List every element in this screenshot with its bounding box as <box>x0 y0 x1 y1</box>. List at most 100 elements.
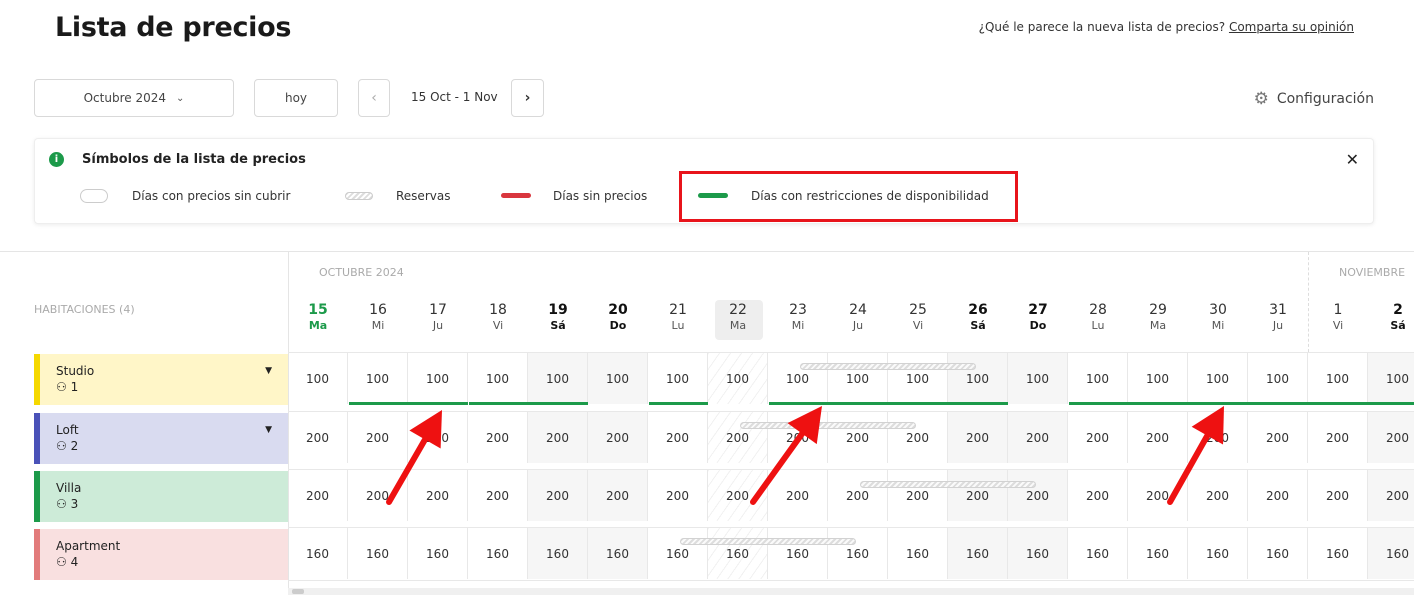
price-cell[interactable]: 200 <box>288 412 348 463</box>
price-cell[interactable]: 200 <box>1248 470 1308 521</box>
price-cell[interactable]: 100 <box>828 353 888 404</box>
price-cell[interactable]: 200 <box>1308 470 1368 521</box>
price-cell[interactable]: 200 <box>468 470 528 521</box>
price-cell[interactable]: 160 <box>1248 528 1308 579</box>
price-cell[interactable]: 200 <box>768 470 828 521</box>
room-row-label[interactable]: Villa ⚇ 3 <box>34 471 288 522</box>
price-cell[interactable]: 160 <box>588 528 648 579</box>
price-cell[interactable]: 200 <box>708 412 768 463</box>
price-cell[interactable]: 160 <box>468 528 528 579</box>
room-row-label[interactable]: Apartment ⚇ 4 <box>34 529 288 580</box>
price-cell[interactable]: 200 <box>768 412 828 463</box>
horizontal-scrollbar[interactable] <box>288 588 1414 595</box>
price-cell[interactable]: 200 <box>948 412 1008 463</box>
day-header: 26 Sá <box>948 302 1008 333</box>
price-cell[interactable]: 200 <box>828 412 888 463</box>
price-cell[interactable]: 100 <box>708 353 768 404</box>
price-cell[interactable]: 160 <box>1308 528 1368 579</box>
price-cell[interactable]: 100 <box>1248 353 1308 404</box>
price-cell[interactable]: 100 <box>528 353 588 404</box>
price-cell[interactable]: 100 <box>408 353 468 404</box>
price-cell[interactable]: 160 <box>708 528 768 579</box>
scrollbar-thumb[interactable] <box>292 589 304 594</box>
price-cell[interactable]: 100 <box>1128 353 1188 404</box>
price-cell[interactable]: 200 <box>1188 470 1248 521</box>
next-period-button[interactable]: › <box>511 79 544 117</box>
feedback-link[interactable]: Comparta su opinión <box>1229 20 1354 34</box>
price-cell[interactable]: 100 <box>648 353 708 404</box>
price-cell[interactable]: 200 <box>1068 470 1128 521</box>
price-cell[interactable]: 200 <box>948 470 1008 521</box>
price-cell[interactable]: 160 <box>1008 528 1068 579</box>
price-cell[interactable]: 200 <box>1128 412 1188 463</box>
price-cell[interactable]: 160 <box>348 528 408 579</box>
price-cell[interactable]: 200 <box>1248 412 1308 463</box>
price-cell[interactable]: 160 <box>1188 528 1248 579</box>
price-cell[interactable]: 200 <box>348 470 408 521</box>
price-cell[interactable]: 200 <box>1368 470 1414 521</box>
price-cell[interactable]: 160 <box>1128 528 1188 579</box>
price-cell[interactable]: 100 <box>1188 353 1248 404</box>
month-select[interactable]: Octubre 2024 ⌄ <box>34 79 234 117</box>
price-cell[interactable]: 100 <box>288 353 348 404</box>
price-cell[interactable]: 200 <box>1008 470 1068 521</box>
price-cell[interactable]: 160 <box>1068 528 1128 579</box>
price-cell[interactable]: 200 <box>708 470 768 521</box>
price-cell[interactable]: 200 <box>888 470 948 521</box>
reservation-bar[interactable] <box>800 363 976 370</box>
price-cell[interactable]: 100 <box>888 353 948 404</box>
price-cell[interactable]: 200 <box>648 470 708 521</box>
price-cell[interactable]: 100 <box>348 353 408 404</box>
price-cell[interactable]: 160 <box>1368 528 1414 579</box>
price-cell[interactable]: 100 <box>468 353 528 404</box>
expand-caret-icon[interactable]: ▼ <box>265 366 272 376</box>
reservation-bar[interactable] <box>740 422 916 429</box>
price-cell[interactable]: 200 <box>588 470 648 521</box>
expand-caret-icon[interactable]: ▼ <box>265 425 272 435</box>
price-cell[interactable]: 200 <box>348 412 408 463</box>
price-cell[interactable]: 200 <box>408 412 468 463</box>
price-cell[interactable]: 160 <box>768 528 828 579</box>
close-icon[interactable]: ✕ <box>1346 150 1359 169</box>
day-number: 24 <box>849 302 867 318</box>
price-cell[interactable]: 160 <box>948 528 1008 579</box>
price-cell[interactable]: 100 <box>1368 353 1414 404</box>
price-cell[interactable]: 100 <box>1308 353 1368 404</box>
price-cell[interactable]: 200 <box>888 412 948 463</box>
prev-period-button[interactable]: ‹ <box>358 79 390 117</box>
day-header: 17 Ju <box>408 302 468 333</box>
price-cell[interactable]: 100 <box>1008 353 1068 404</box>
price-cell[interactable]: 200 <box>288 470 348 521</box>
price-cell[interactable]: 200 <box>1368 412 1414 463</box>
price-cell[interactable]: 200 <box>1128 470 1188 521</box>
price-cell[interactable]: 100 <box>768 353 828 404</box>
room-row-label[interactable]: Studio ⚇ 1 ▼ <box>34 354 288 405</box>
price-cell[interactable]: 200 <box>1008 412 1068 463</box>
room-color-bar <box>34 354 40 405</box>
room-row-label[interactable]: Loft ⚇ 2 ▼ <box>34 413 288 464</box>
price-cell[interactable]: 200 <box>1308 412 1368 463</box>
price-cell[interactable]: 160 <box>528 528 588 579</box>
reservation-bar[interactable] <box>860 481 1036 488</box>
legend-item-reservations: Reservas <box>396 189 451 203</box>
price-cell[interactable]: 100 <box>588 353 648 404</box>
today-button[interactable]: hoy <box>254 79 338 117</box>
price-cell[interactable]: 200 <box>1188 412 1248 463</box>
price-cell[interactable]: 160 <box>288 528 348 579</box>
reservation-bar[interactable] <box>680 538 856 545</box>
price-cell[interactable]: 100 <box>1068 353 1128 404</box>
price-cell[interactable]: 200 <box>648 412 708 463</box>
price-cell[interactable]: 160 <box>408 528 468 579</box>
price-cell[interactable]: 160 <box>888 528 948 579</box>
config-button[interactable]: ⚙ Configuración <box>1254 89 1374 109</box>
price-cell[interactable]: 200 <box>588 412 648 463</box>
price-cell[interactable]: 200 <box>528 412 588 463</box>
price-cell[interactable]: 100 <box>948 353 1008 404</box>
price-cell[interactable]: 160 <box>828 528 888 579</box>
price-cell[interactable]: 200 <box>468 412 528 463</box>
price-cell[interactable]: 160 <box>648 528 708 579</box>
price-cell[interactable]: 200 <box>528 470 588 521</box>
price-cell[interactable]: 200 <box>1068 412 1128 463</box>
price-cell[interactable]: 200 <box>828 470 888 521</box>
price-cell[interactable]: 200 <box>408 470 468 521</box>
